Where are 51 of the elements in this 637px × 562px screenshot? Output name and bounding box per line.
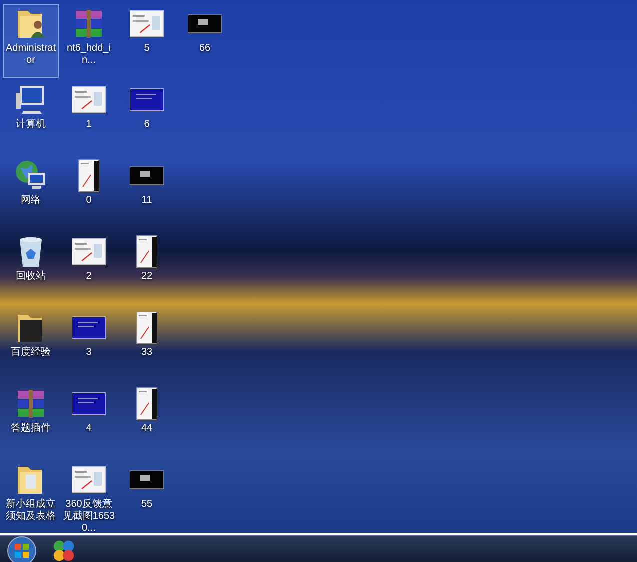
desktop-icon[interactable]: 66	[177, 4, 233, 78]
desktop-icon[interactable]: 答题插件	[3, 384, 59, 458]
icon-label: 0	[86, 195, 92, 207]
icon-label: 360反馈意见截图16530...	[62, 499, 116, 535]
icon-label: 5	[144, 43, 150, 55]
desktop-icon[interactable]: 百度经验	[3, 308, 59, 382]
desktop-icon[interactable]: nt6_hdd_in...	[61, 4, 117, 78]
desktop-icon[interactable]: 回收站	[3, 232, 59, 306]
desktop-icon[interactable]: Administrator	[3, 4, 59, 78]
icon-label: 计算机	[16, 119, 46, 131]
icon-label: 33	[141, 347, 153, 359]
desktop-icon[interactable]: 网络	[3, 156, 59, 230]
desktop-icon[interactable]: 3	[61, 308, 117, 382]
icon-label: 百度经验	[11, 347, 51, 359]
icon-label: 66	[199, 43, 211, 55]
icon-label: 新小组成立须知及表格	[5, 499, 57, 523]
desktop-icon[interactable]: 0	[61, 156, 117, 230]
desktop-icon[interactable]: 55	[119, 460, 175, 534]
desktop-icon[interactable]: 2	[61, 232, 117, 306]
petal-logo-icon	[52, 538, 76, 562]
icon-label: 回收站	[16, 271, 46, 283]
desktop-icon[interactable]: 新小组成立须知及表格	[3, 460, 59, 534]
start-button[interactable]	[6, 536, 38, 562]
screenshot-thumbnail	[72, 465, 106, 495]
icon-label: 3	[86, 347, 92, 359]
desktop-icon[interactable]: 计算机	[3, 80, 59, 154]
icon-label: nt6_hdd_in...	[66, 43, 112, 67]
screenshot-thumbnail	[72, 237, 106, 267]
desktop-icon[interactable]: 33	[119, 308, 175, 382]
desktop-icon[interactable]: 11	[119, 156, 175, 230]
desktop-icon[interactable]: 360反馈意见截图16530...	[61, 460, 117, 534]
icon-label: 2	[86, 271, 92, 283]
icon-label: Administrator	[4, 43, 57, 67]
desktop-icon[interactable]: 1	[61, 80, 117, 154]
desktop-icon[interactable]: 4	[61, 384, 117, 458]
icon-label: 22	[141, 271, 153, 283]
desktop-icon[interactable]: 22	[119, 232, 175, 306]
icon-label: 44	[141, 423, 153, 435]
icon-label: 11	[142, 195, 152, 207]
screenshot-thumbnail	[130, 9, 164, 39]
desktop-icon[interactable]: 5	[119, 4, 175, 78]
icon-label: 55	[141, 499, 153, 511]
icon-label: 1	[86, 119, 92, 131]
icon-label: 网络	[21, 195, 41, 207]
icon-label: 6	[144, 119, 150, 131]
windows-logo-icon	[7, 536, 37, 562]
screenshot-thumbnail	[72, 85, 106, 115]
icon-label: 答题插件	[11, 423, 51, 435]
icon-label: 4	[86, 423, 92, 435]
desktop-icon[interactable]: 6	[119, 80, 175, 154]
desktop-icon[interactable]: 44	[119, 384, 175, 458]
